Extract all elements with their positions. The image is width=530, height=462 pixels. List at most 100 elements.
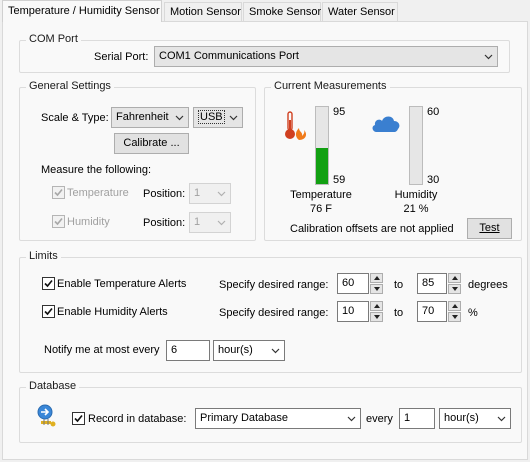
scale-select[interactable]: Fahrenheit xyxy=(111,107,189,128)
chevron-down-icon xyxy=(229,113,238,122)
record-in-database-label: Record in database: xyxy=(88,413,187,425)
temperature-to-label: to xyxy=(394,279,404,291)
temperature-value: 76 F xyxy=(309,203,332,215)
chevron-down-icon xyxy=(217,189,226,198)
temperature-high-spinner[interactable] xyxy=(448,273,461,294)
checkmark-icon xyxy=(44,307,53,316)
enable-humidity-alerts-checkbox[interactable] xyxy=(42,305,55,318)
humidity-low-input[interactable]: 10 xyxy=(337,301,369,322)
notify-unit-value: hour(s) xyxy=(218,344,253,356)
serial-port-select[interactable]: COM1 Communications Port xyxy=(154,46,498,67)
temperature-max-label: 95 xyxy=(333,106,346,118)
test-label: Test xyxy=(479,222,500,234)
spin-up-icon[interactable] xyxy=(448,273,461,283)
enable-humidity-alerts-label: Enable Humidity Alerts xyxy=(57,306,168,318)
temperature-label: Temperature xyxy=(67,187,129,199)
limits-title: Limits xyxy=(26,250,61,262)
database-icon xyxy=(37,404,56,427)
com-port-title: COM Port xyxy=(26,33,81,45)
humidity-max-label: 60 xyxy=(427,106,440,118)
humidity-unit-label: % xyxy=(468,307,478,319)
spin-up-icon[interactable] xyxy=(370,301,383,311)
temperature-low-value: 60 xyxy=(342,277,355,289)
temperature-position-select[interactable]: 1 xyxy=(189,183,231,204)
test-button[interactable]: Test xyxy=(467,218,512,239)
database-interval-value: 1 xyxy=(404,412,411,424)
humidity-checkbox[interactable] xyxy=(52,215,65,228)
spin-up-icon[interactable] xyxy=(370,273,383,283)
serial-port-label: Serial Port: xyxy=(94,51,149,63)
database-title: Database xyxy=(26,380,80,392)
humidity-value: 21 % xyxy=(403,203,429,215)
checkmark-icon xyxy=(44,279,53,288)
every-label: every xyxy=(366,413,393,425)
checkmark-icon xyxy=(74,414,83,423)
temperature-min-label: 59 xyxy=(333,174,346,186)
current-measurements-title: Current Measurements xyxy=(271,80,390,92)
humidity-position-select[interactable]: 1 xyxy=(189,212,231,233)
tab-temperature-humidity-sensor[interactable]: Temperature / Humidity Sensor xyxy=(2,0,162,22)
humidity-caption: Humidity xyxy=(394,189,438,201)
scale-value: Fahrenheit xyxy=(116,111,169,123)
spin-down-icon[interactable] xyxy=(370,312,383,322)
humidity-position-label: Position: xyxy=(143,217,186,229)
checkmark-icon xyxy=(54,217,63,226)
enable-temperature-alerts-label: Enable Temperature Alerts xyxy=(57,278,187,290)
temperature-position-value: 1 xyxy=(194,187,201,199)
measure-label: Measure the following: xyxy=(41,164,152,176)
humidity-min-label: 30 xyxy=(427,174,440,186)
humidity-high-spinner[interactable] xyxy=(448,301,461,322)
temperature-high-input[interactable]: 85 xyxy=(417,273,447,294)
chevron-down-icon xyxy=(175,113,184,122)
temperature-low-input[interactable]: 60 xyxy=(337,273,369,294)
humidity-low-value: 10 xyxy=(342,305,355,317)
spin-down-icon[interactable] xyxy=(448,284,461,294)
notify-unit-select[interactable]: hour(s) xyxy=(213,340,285,361)
tab-label: Water Sensor xyxy=(328,6,395,18)
tab-label: Motion Sensor xyxy=(170,6,241,18)
type-value: USB xyxy=(198,110,225,124)
database-interval-unit-select[interactable]: hour(s) xyxy=(439,408,511,429)
temperature-caption: Temperature xyxy=(290,189,352,201)
notify-label: Notify me at most every xyxy=(44,344,160,356)
serial-port-value: COM1 Communications Port xyxy=(159,50,299,62)
temperature-checkbox[interactable] xyxy=(52,186,65,199)
cloud-icon xyxy=(372,116,400,132)
humidity-to-label: to xyxy=(394,307,404,319)
chevron-down-icon xyxy=(271,346,280,355)
tab-smoke-sensor[interactable]: Smoke Sensor xyxy=(243,2,321,21)
temperature-unit-label: degrees xyxy=(468,279,508,291)
tab-water-sensor[interactable]: Water Sensor xyxy=(322,2,398,21)
chevron-down-icon xyxy=(497,414,506,423)
database-select[interactable]: Primary Database xyxy=(195,408,361,429)
database-interval-unit-value: hour(s) xyxy=(444,412,479,424)
tab-label: Temperature / Humidity Sensor xyxy=(8,5,160,17)
humidity-high-input[interactable]: 70 xyxy=(417,301,447,322)
humidity-low-spinner[interactable] xyxy=(370,301,383,322)
humidity-high-value: 70 xyxy=(422,305,435,317)
calibrate-label: Calibrate ... xyxy=(123,137,180,149)
chevron-down-icon xyxy=(347,414,356,423)
calibrate-button[interactable]: Calibrate ... xyxy=(114,133,189,154)
humidity-gauge xyxy=(409,106,423,185)
temperature-range-label: Specify desired range: xyxy=(219,279,329,291)
chevron-down-icon xyxy=(484,52,493,61)
notify-interval-value: 6 xyxy=(171,344,178,356)
chevron-down-icon xyxy=(217,218,226,227)
type-select[interactable]: USB xyxy=(193,107,243,128)
tab-motion-sensor[interactable]: Motion Sensor xyxy=(164,2,242,21)
checkmark-icon xyxy=(54,188,63,197)
notify-interval-input[interactable]: 6 xyxy=(166,340,210,361)
calibration-note: Calibration offsets are not applied xyxy=(290,223,454,235)
record-in-database-checkbox[interactable] xyxy=(72,412,85,425)
spin-down-icon[interactable] xyxy=(370,284,383,294)
humidity-label: Humidity xyxy=(67,216,110,228)
spin-down-icon[interactable] xyxy=(448,312,461,322)
spin-up-icon[interactable] xyxy=(448,301,461,311)
humidity-range-label: Specify desired range: xyxy=(219,307,329,319)
database-interval-input[interactable]: 1 xyxy=(399,408,435,429)
enable-temperature-alerts-checkbox[interactable] xyxy=(42,277,55,290)
temperature-gauge-fill xyxy=(316,147,328,184)
temperature-position-label: Position: xyxy=(143,188,186,200)
temperature-low-spinner[interactable] xyxy=(370,273,383,294)
